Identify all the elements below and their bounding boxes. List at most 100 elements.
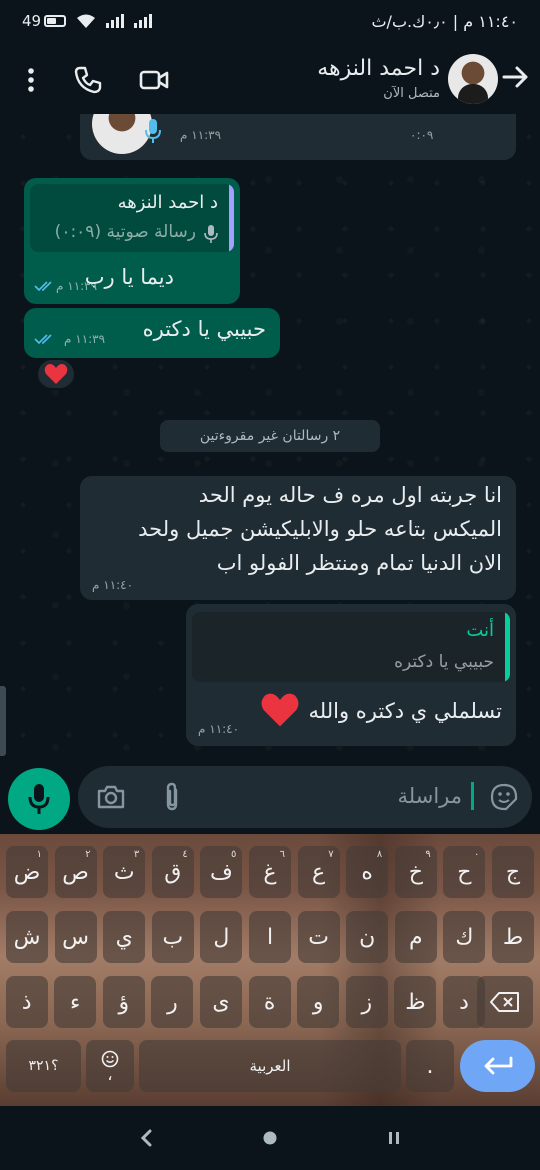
space-key[interactable]: العربية: [139, 1040, 401, 1092]
letter-key[interactable]: ش: [6, 911, 48, 963]
voice-duration: ٠:٠٩: [410, 128, 434, 142]
key-hint: ٠: [474, 849, 480, 860]
emoji-comma-key[interactable]: ،: [86, 1040, 134, 1092]
microphone-icon: [28, 784, 50, 814]
letter-key[interactable]: ز: [345, 976, 388, 1028]
letter-key[interactable]: ض١: [6, 846, 48, 898]
video-call-icon[interactable]: [138, 64, 170, 96]
battery-icon: 49: [22, 12, 67, 30]
letter-key[interactable]: ب: [151, 911, 194, 963]
signal-icon: [106, 14, 125, 28]
chat-area[interactable]: ١١:٣٩ م ٠:٠٩ د احمد النزهه رسالة صوتية (…: [0, 114, 540, 764]
letter-key[interactable]: ء: [54, 976, 97, 1028]
letter-key[interactable]: ذ: [5, 976, 48, 1028]
voice-message-bubble[interactable]: ١١:٣٩ م ٠:٠٩: [80, 114, 516, 160]
menu-dots-icon[interactable]: [16, 64, 46, 96]
message-input[interactable]: مراسلة: [78, 766, 532, 828]
key-label: ص: [62, 859, 89, 885]
voice-call-icon[interactable]: [72, 64, 104, 96]
reaction-heart[interactable]: [36, 358, 76, 390]
letter-key[interactable]: م: [394, 911, 437, 963]
letter-key[interactable]: ق٤: [151, 846, 194, 898]
letter-key[interactable]: ا: [249, 911, 291, 963]
letter-key[interactable]: ف٥: [200, 846, 243, 898]
key-label: ح: [457, 859, 472, 885]
letter-key[interactable]: ح٠: [443, 846, 486, 898]
message-composer: مراسلة: [0, 764, 540, 834]
letter-key[interactable]: ن: [346, 911, 389, 963]
voice-record-button[interactable]: [8, 768, 70, 830]
quote-text: حبيبي يا دكتره: [394, 652, 494, 672]
key-label: ج: [505, 859, 521, 885]
signal-icon: [134, 14, 153, 28]
enter-arrow-icon: [484, 1056, 512, 1075]
microphone-icon: [145, 119, 161, 143]
contact-name[interactable]: د احمد النزهه: [317, 56, 440, 81]
back-arrow-icon[interactable]: [498, 60, 532, 94]
letter-key[interactable]: ر: [151, 976, 194, 1028]
key-hint: ٦: [279, 849, 285, 860]
message-time: ١١:٤٠ م: [198, 722, 240, 736]
message-time: ١١:٣٩ م: [180, 128, 222, 142]
incoming-message-bubble[interactable]: أنت حبيبي يا دكتره تسلملي ي دكتره والله …: [186, 604, 516, 746]
key-label: ف: [209, 859, 233, 885]
letter-key[interactable]: ؤ: [102, 976, 145, 1028]
keyboard-row-2: طكمنتالبيسش: [0, 911, 540, 963]
letter-key[interactable]: ه٨: [346, 846, 389, 898]
key-hint: ٤: [182, 849, 188, 860]
microphone-icon: [204, 225, 218, 243]
key-hint: ٩: [425, 849, 431, 860]
enter-key[interactable]: [460, 1040, 535, 1092]
system-navigation-bar: [0, 1106, 540, 1170]
period-key[interactable]: .: [406, 1040, 454, 1092]
camera-icon[interactable]: [96, 784, 126, 810]
message-line: الميكس بتاعه حلو والابليكيشن جميل ولحد: [138, 517, 502, 541]
heart-icon: [44, 364, 68, 384]
letter-key[interactable]: ظ: [394, 976, 437, 1028]
home-icon[interactable]: [262, 1130, 278, 1146]
key-hint: ٣: [133, 849, 140, 860]
contact-avatar[interactable]: [448, 54, 498, 104]
letter-key[interactable]: ص٢: [54, 846, 97, 898]
letter-key[interactable]: ى: [200, 976, 242, 1028]
attach-icon[interactable]: [162, 782, 182, 812]
status-time: ١١:٤٠ م | ٠٫٠ك.ب/ث: [371, 12, 518, 31]
scroll-indicator[interactable]: [0, 686, 6, 756]
letter-key[interactable]: ك: [443, 911, 486, 963]
letter-key[interactable]: غ٦: [249, 846, 291, 898]
letter-key[interactable]: ط: [492, 911, 534, 963]
message-time: ١١:٣٩ م: [56, 279, 98, 293]
incoming-message-bubble[interactable]: انا جربته اول مره ف حاله يوم الحد الميكس…: [80, 476, 516, 600]
letter-key[interactable]: ي: [103, 911, 146, 963]
recents-icon[interactable]: [386, 1130, 402, 1146]
symbols-key[interactable]: ؟٣٢١: [6, 1040, 81, 1092]
letter-key[interactable]: س: [54, 911, 97, 963]
delete-key[interactable]: [477, 976, 533, 1028]
read-ticks-icon: [34, 334, 52, 345]
key-hint: ٥: [231, 849, 237, 860]
key-label: ض: [13, 859, 41, 885]
message-time: ١١:٣٩ م: [64, 332, 106, 346]
letter-key[interactable]: ج: [492, 846, 534, 898]
key-hint: ٢: [85, 849, 91, 860]
outgoing-message-bubble[interactable]: حبيبي يا دكتره ١١:٣٩ م: [24, 308, 280, 358]
letter-key[interactable]: ة: [248, 976, 291, 1028]
back-icon[interactable]: [138, 1128, 154, 1148]
heart-emoji-icon: [261, 693, 299, 727]
quote-sender: أنت: [466, 620, 494, 641]
keyboard: جح٠خ٩ه٨ع٧غ٦ف٥ق٤ث٣ص٢ض١ طكمنتالبيسش دظزوةى…: [0, 834, 540, 1106]
key-label: غ: [263, 859, 277, 885]
letter-key[interactable]: ث٣: [103, 846, 146, 898]
chat-header: د احمد النزهه متصل الآن: [0, 46, 540, 114]
letter-key[interactable]: خ٩: [394, 846, 437, 898]
quoted-message[interactable]: د احمد النزهه رسالة صوتية (٠:٠٩): [30, 184, 234, 252]
quoted-message[interactable]: أنت حبيبي يا دكتره: [192, 612, 510, 682]
emoji-sticker-icon[interactable]: [490, 783, 518, 811]
quote-text: رسالة صوتية (٠:٠٩): [54, 222, 196, 242]
letter-key[interactable]: ت: [297, 911, 340, 963]
letter-key[interactable]: ع٧: [297, 846, 340, 898]
comma-label: ،: [107, 1065, 113, 1084]
letter-key[interactable]: ل: [200, 911, 243, 963]
letter-key[interactable]: و: [297, 976, 340, 1028]
outgoing-message-bubble[interactable]: د احمد النزهه رسالة صوتية (٠:٠٩) ديما يا…: [24, 178, 240, 304]
